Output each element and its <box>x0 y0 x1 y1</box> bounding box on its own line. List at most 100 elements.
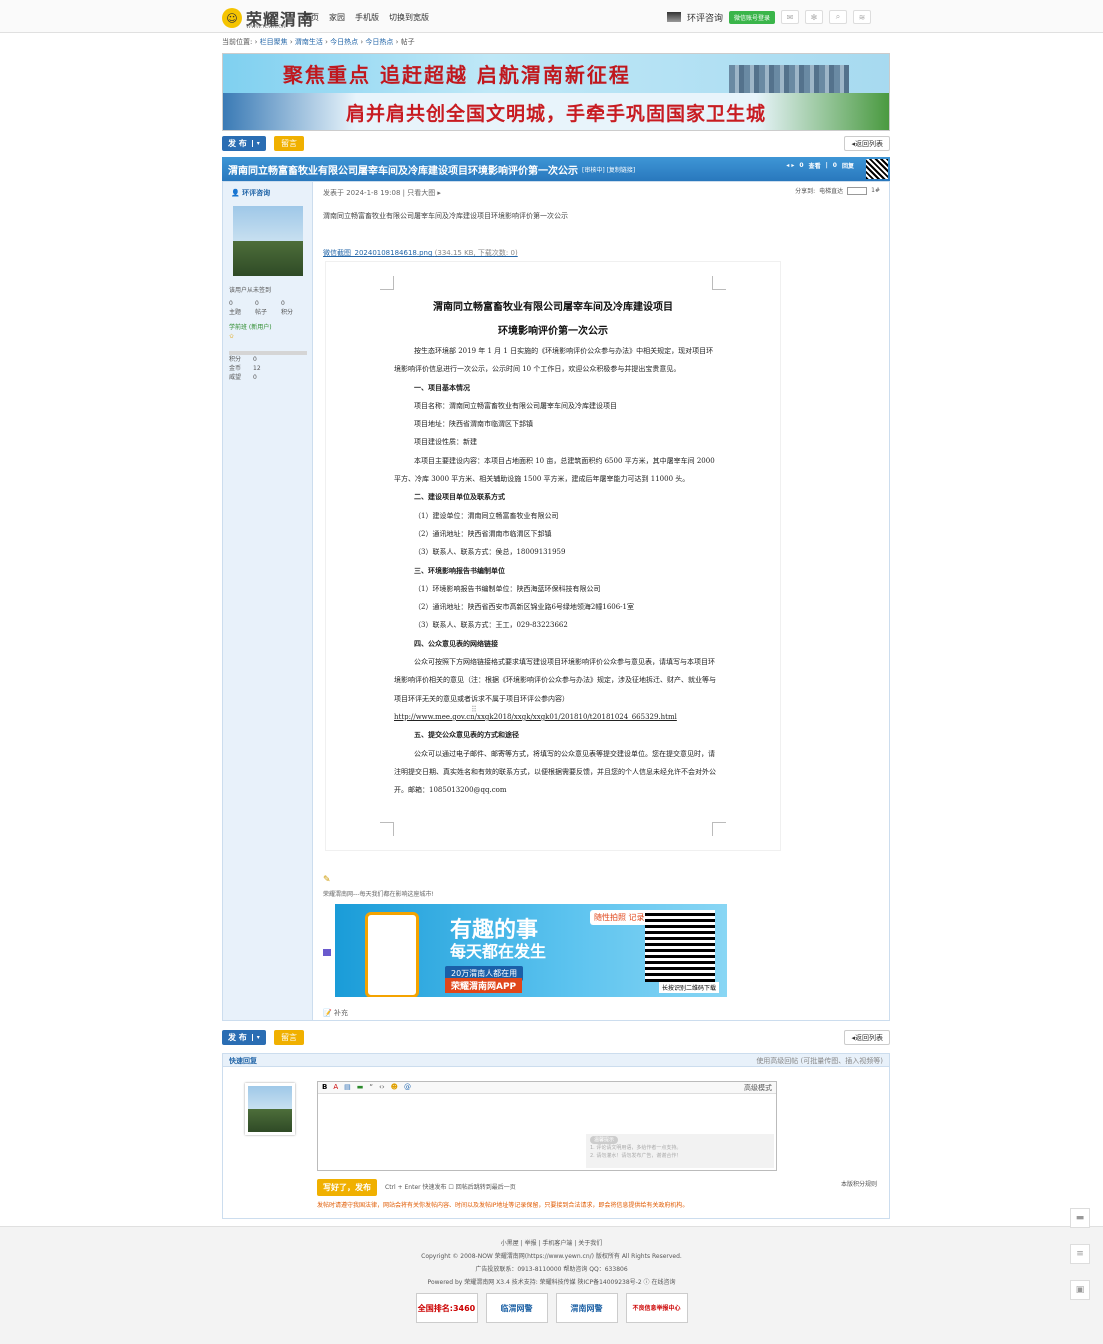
jump-input[interactable] <box>847 186 868 195</box>
crumb-3[interactable]: 今日热点 <box>330 38 358 46</box>
banner-line-2: 肩并肩共创全国文明城，手牵手巩固国家卫生城 <box>223 93 889 130</box>
thread-tags[interactable]: [审核中] [复制链接] <box>582 165 635 174</box>
chat-icon[interactable]: ▬ <box>1070 1208 1090 1228</box>
mention-icon[interactable]: @ <box>404 1083 411 1092</box>
chevron-down-icon: ▾ <box>251 1034 260 1041</box>
crumb-1[interactable]: 栏目聚焦 <box>260 38 288 46</box>
logo-face-icon: ☺ <box>222 8 242 28</box>
wechat-login-button[interactable]: 微信账号登录 <box>729 10 776 24</box>
doc-line: （2）通讯地址：陕西省渭南市临渭区下邽镇 <box>414 529 552 538</box>
action-bar-top: 发 布 ▾ 留言 ◂返回列表 <box>222 136 890 152</box>
font-color-icon[interactable]: A <box>333 1083 338 1092</box>
copyright: Copyright © 2008-NOW 荣耀渭南网(https://www.y… <box>421 1253 682 1260</box>
supplement-link[interactable]: 📝 补充 <box>323 1008 348 1018</box>
quote-icon[interactable]: “ <box>369 1083 373 1092</box>
user-level[interactable]: 学前班 (新用户) <box>229 323 307 332</box>
police-badge-2[interactable]: 渭南网警 <box>555 1293 618 1323</box>
report-badge[interactable]: 不良信息举报中心 <box>625 1293 688 1323</box>
author-name[interactable]: 👤 环评咨询 <box>231 188 270 198</box>
crumb-2[interactable]: 渭南生活 <box>295 38 323 46</box>
submit-reply-button[interactable]: 写好了，发布 <box>317 1179 377 1196</box>
doc-line: 项目名称：渭南同立畅富畜牧业有限公司屠宰车间及冷库建设项目 <box>414 401 617 410</box>
site-logo[interactable]: ☺ 荣耀渭南 WWW.YEWN.CN <box>222 6 314 30</box>
crumb-4[interactable]: 今日热点 <box>365 38 393 46</box>
nav-homestead[interactable]: 家园 <box>329 12 345 23</box>
editor-toolbar: B A ▤ ▬ “ ‹› ☻ @ 高级模式 <box>318 1082 776 1094</box>
submit-hint[interactable]: Ctrl + Enter 快速发布 ☐ 回帖后跳转到最后一页 <box>385 1182 516 1191</box>
ranking-badge[interactable]: 全国排名:3460 <box>415 1293 478 1323</box>
doc-line[interactable]: http://www.mee.gov.cn/xxgk2018/xxgk/xxgk… <box>394 708 716 726</box>
footer-links[interactable]: 小黑屋 | 举报 | 手机客户端 | 关于我们 <box>0 1227 1103 1250</box>
back-to-list-button[interactable]: ◂返回列表 <box>844 136 890 151</box>
doc-line: 本项目主要建设内容：本项目占地面积 10 亩，总建筑面积约 6500 平方米，其… <box>394 456 715 484</box>
editor-hint: 温馨提示 1. 评论请文明用语，多给作者一点支持。 2. 请勿灌水！请勿发布广告… <box>586 1134 774 1168</box>
doc-line: 公众可以通过电子邮件、邮寄等方式，将填写的公众意见表等提交建设单位。您在提交意见… <box>394 749 716 795</box>
top-bar: ☺ 荣耀渭南 WWW.YEWN.CN 首页 家园 手机版 切换到宽版 环评咨询 … <box>0 0 1103 33</box>
doc-body: 按生态环境部 2019 年 1 月 1 日实施的《环境影响评价公众参与办法》中相… <box>394 342 716 799</box>
drag-handle-icon: ⠿ <box>471 705 477 714</box>
arrows-icon: ◂ ▸ <box>786 162 795 169</box>
advanced-reply-link[interactable]: 使用高级回帖 (可批量传图、插入视频等) <box>756 1056 883 1066</box>
doc-line: 项目地址：陕西省渭南市临渭区下邽镇 <box>414 420 533 429</box>
code-icon[interactable]: ‹› <box>379 1083 385 1092</box>
message-button[interactable]: 留言 <box>274 136 304 151</box>
action-bar-bottom: 发 布 ▾ 留言 ◂返回列表 <box>222 1030 890 1046</box>
doc-line: 四、公众意见表的网络链接 <box>414 638 498 648</box>
user-flag-icon <box>667 12 681 22</box>
doc-line: 一、项目基本情况 <box>414 382 470 392</box>
avatar <box>245 1083 295 1135</box>
posting-warning: 发帖时请遵守我国法律，网站会将有关你发帖内容、时间以及发帖IP地址等记录保留，只… <box>317 1202 689 1209</box>
post-content: 发表于 2024-1-8 19:08 | 只看大图 ▸ 分享到: 电梯直达 1#… <box>323 182 888 1020</box>
nav-home[interactable]: 首页 <box>303 12 319 23</box>
thread-stats: ◂ ▸ 0 查看 | 0 回复 <box>786 162 854 170</box>
top-nav: 首页 家园 手机版 切换到宽版 <box>303 12 429 23</box>
qr-code-icon[interactable] <box>866 159 888 179</box>
logo-sub: WWW.YEWN.CN <box>246 24 286 30</box>
top-right: 环评咨询 微信账号登录 ✉ ✻ ⌕ ≋ <box>667 10 872 24</box>
doc-line: （2）通讯地址：陕西省西安市高新区锦业路6号绿地领海2幢1606-1室 <box>414 603 634 612</box>
footer: 小黑屋 | 举报 | 手机客户端 | 关于我们 Copyright © 2008… <box>0 1226 1103 1344</box>
author-sidebar: 👤 环评咨询 该用户从未签到 0 主题 0 帖子 0 积分 学前班 (新用户) ✩ 积… <box>223 182 313 1020</box>
list-icon[interactable]: ≡ <box>1070 1244 1090 1264</box>
promo-banner[interactable]: 聚焦重点 追赶超越 启航渭南新征程 肩并肩共创全国文明城，手牵手巩固国家卫生城 <box>222 53 890 131</box>
post-button[interactable]: 发 布 ▾ <box>222 136 266 151</box>
quick-reply-box: B A ▤ ▬ “ ‹› ☻ @ 高级模式 温馨提示 1. 评论请文明用语，多给… <box>222 1067 890 1219</box>
avatar[interactable] <box>233 206 303 276</box>
doc-line: 五、提交公众意见表的方式和途径 <box>414 730 519 740</box>
post-button-bottom[interactable]: 发 布 ▾ <box>222 1030 266 1045</box>
author-info: 该用户从未签到 0 主题 0 帖子 0 积分 学前班 (新用户) ✩ 积分 0 金币 12… <box>229 286 307 382</box>
reply-editor[interactable]: B A ▤ ▬ “ ‹› ☻ @ 高级模式 温馨提示 1. 评论请文明用语，多给… <box>317 1081 777 1171</box>
police-badge-1[interactable]: 临渭网警 <box>485 1293 548 1323</box>
doc-line: 二、建设项目单位及联系方式 <box>414 492 505 502</box>
floor-number[interactable]: 1# <box>871 187 880 194</box>
attachment-link[interactable]: 微信截图_20240108184618.png (334.15 KB, 下载次数… <box>323 248 518 258</box>
doc-line: （1）建设单位：渭南同立畅富畜牧业有限公司 <box>414 511 559 520</box>
rules-link[interactable]: 本版积分规则 <box>841 1179 877 1188</box>
username[interactable]: 环评咨询 <box>687 11 723 24</box>
app-ad[interactable]: 有趣的事 每天都在发生 20万渭南人都在用 荣耀渭南网APP 随性拍照 记录品质… <box>335 904 727 997</box>
search-icon[interactable]: ⌕ <box>829 10 848 24</box>
smiley-icon[interactable]: ☻ <box>391 1083 398 1092</box>
doc-line: 三、环境影响报告书编制单位 <box>414 565 505 575</box>
ad-badge <box>323 949 331 956</box>
doc-line: （3）联系人、联系方式：侯总，18009131959 <box>414 548 566 557</box>
gear-icon[interactable]: ✻ <box>805 10 824 24</box>
back-to-list-button-bottom[interactable]: ◂返回列表 <box>844 1030 890 1045</box>
calendar-icon[interactable]: ▣ <box>1070 1280 1090 1300</box>
doc-line: （1）环境影响报告书编制单位：陕西海蓝环保科技有限公司 <box>414 584 601 593</box>
image-icon[interactable]: ▤ <box>344 1083 351 1092</box>
doc-line: （3）联系人、联系方式：王工，029-83223662 <box>414 621 568 630</box>
attached-image[interactable]: 渭南同立畅富畜牧业有限公司屠宰车间及冷库建设项目 环境影响评价第一次公示 按生态… <box>325 261 781 851</box>
nav-mobile[interactable]: 手机版 <box>355 12 379 23</box>
message-button-bottom[interactable]: 留言 <box>274 1030 304 1045</box>
post-intro: 渭南同立畅富畜牧业有限公司屠宰车间及冷库建设项目环境影响评价第一次公示 <box>323 212 568 220</box>
advanced-mode-link[interactable]: 高级模式 <box>744 1083 772 1092</box>
bold-icon[interactable]: B <box>322 1083 327 1092</box>
post-meta[interactable]: 发表于 2024-1-8 19:08 | 只看大图 ▸ <box>323 188 441 198</box>
nav-wide[interactable]: 切换到宽版 <box>389 12 429 23</box>
quick-reply-header: 快速回复 使用高级回帖 (可批量传图、插入视频等) <box>222 1053 890 1067</box>
mail-icon[interactable]: ✉ <box>781 10 800 24</box>
rss-icon[interactable]: ≋ <box>853 10 872 24</box>
link-icon[interactable]: ▬ <box>357 1083 364 1092</box>
doc-line: 公众可按照下方网络链接格式要求填写建设项目环境影响评价公众参与意见表，请填写与本… <box>394 658 716 703</box>
